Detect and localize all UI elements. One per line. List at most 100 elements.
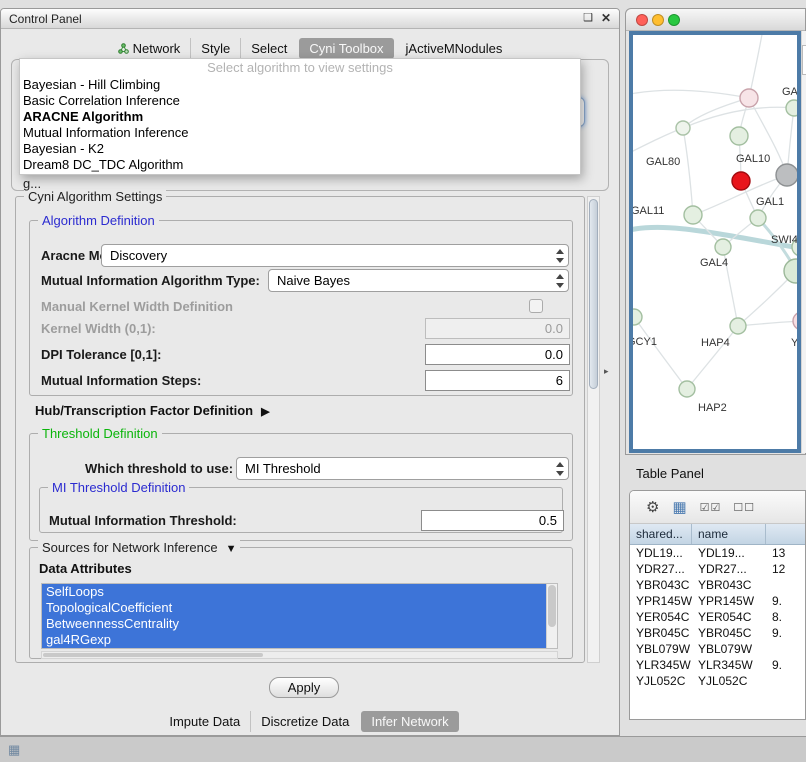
aracne-mode-combo[interactable]: Discovery — [101, 244, 569, 267]
close-window-icon[interactable]: ✕ — [601, 11, 611, 25]
table-column-header[interactable]: name — [692, 524, 766, 544]
table-row[interactable]: YBR045CYBR045C9. — [630, 625, 805, 641]
sources-title-text: Sources for Network Inference — [42, 540, 218, 555]
attribute-list-item[interactable]: BetweennessCentrality — [42, 616, 546, 632]
network-vscrollbar[interactable] — [801, 31, 806, 453]
network-edge[interactable] — [687, 326, 738, 389]
algorithm-option[interactable]: Bayesian - K2 — [20, 141, 580, 157]
float-window-icon[interactable]: ❑ — [583, 11, 593, 24]
algorithm-option[interactable]: Bayesian - Hill Climbing — [20, 77, 580, 93]
table-column-header[interactable] — [766, 524, 805, 544]
bottom-tab-impute-data[interactable]: Impute Data — [159, 711, 250, 732]
network-canvas[interactable]: GAL7GAL80GAL10GAL11GAL1SWI4GAL4GCY1HAP4Y… — [633, 35, 797, 449]
table-row[interactable]: YER054CYER054C8. — [630, 609, 805, 625]
dpi-tolerance-field[interactable]: 0.0 — [425, 344, 570, 365]
grid-icon[interactable]: ▦ — [8, 742, 20, 758]
table-row[interactable]: YDR27...YDR27...12 — [630, 561, 805, 577]
network-node-label: Y — [791, 337, 797, 349]
tab-label: jActiveMNodules — [406, 41, 503, 56]
scrollbar-thumb[interactable] — [589, 199, 598, 389]
algorithm-option[interactable]: Dream8 DC_TDC Algorithm — [20, 157, 580, 173]
which-threshold-combo[interactable]: MI Threshold — [236, 457, 569, 480]
tab-label: Select — [251, 41, 287, 56]
network-edge[interactable] — [683, 128, 693, 215]
attribute-list-hscrollbar[interactable] — [41, 651, 558, 659]
table-row[interactable]: YDL19...YDL19...13 — [630, 545, 805, 561]
network-edge[interactable] — [634, 317, 687, 389]
network-edge[interactable] — [683, 107, 794, 128]
network-edge[interactable] — [633, 90, 749, 98]
network-edge[interactable] — [633, 128, 683, 155]
tab-select[interactable]: Select — [240, 38, 297, 59]
network-node-label: GAL4 — [700, 257, 728, 269]
tab-style[interactable]: Style — [190, 38, 240, 59]
attribute-list[interactable]: SelfLoopsTopologicalCoefficientBetweenne… — [41, 583, 558, 649]
table-cell: YBR043C — [630, 578, 692, 592]
select-all-icon[interactable]: ☑☑ — [700, 501, 721, 514]
attribute-list-item[interactable]: gal4RGexp — [42, 632, 546, 648]
algorithm-option[interactable]: Basic Correlation Inference — [20, 93, 580, 109]
attribute-list-item[interactable]: SelfLoops — [42, 584, 546, 600]
panel-splitter-arrow-icon[interactable]: ▸ — [604, 366, 609, 377]
network-node[interactable] — [633, 309, 642, 325]
table-cell: YBL079W — [630, 642, 692, 656]
network-node[interactable] — [732, 172, 750, 190]
network-node[interactable] — [684, 206, 702, 224]
network-node[interactable] — [679, 381, 695, 397]
network-node[interactable] — [730, 318, 746, 334]
control-panel-titlebar[interactable]: Control Panel ❑ ✕ — [1, 9, 619, 29]
tab-cyni-toolbox[interactable]: Cyni Toolbox — [299, 38, 393, 59]
network-node[interactable] — [740, 89, 758, 107]
network-node[interactable] — [776, 164, 797, 186]
table-row[interactable]: YLR345WYLR345W9. — [630, 657, 805, 673]
deselect-all-icon[interactable]: ☐☐ — [733, 501, 754, 514]
table-row[interactable]: YBL079WYBL079W — [630, 641, 805, 657]
hub-definition-toggle[interactable]: Hub/Transcription Factor Definition▶ — [35, 403, 270, 418]
algorithm-option[interactable]: ARACNE Algorithm — [20, 109, 580, 125]
sources-group-title[interactable]: Sources for Network Inference▼ — [38, 540, 240, 555]
network-node-label: GAL11 — [633, 205, 664, 217]
network-node[interactable] — [750, 210, 766, 226]
tab-label: Cyni Toolbox — [309, 41, 383, 56]
tab-jactivemnodules[interactable]: jActiveMNodules — [396, 38, 513, 59]
table-row[interactable]: YJL052CYJL052C — [630, 673, 805, 689]
scrollbar-thumb[interactable] — [43, 653, 263, 657]
mi-threshold-field[interactable]: 0.5 — [421, 510, 564, 531]
algorithm-option[interactable]: Mutual Information Inference — [20, 125, 580, 141]
zoom-traffic-light-icon[interactable] — [668, 14, 680, 26]
table-cell: YDR27... — [692, 562, 766, 576]
network-node[interactable] — [730, 127, 748, 145]
bottom-tab-discretize-data[interactable]: Discretize Data — [250, 711, 359, 732]
apply-button[interactable]: Apply — [269, 677, 339, 698]
network-node[interactable] — [793, 312, 797, 330]
mi-steps-field[interactable]: 6 — [425, 370, 570, 391]
table-row[interactable]: YBR043CYBR043C — [630, 577, 805, 593]
table-row[interactable]: YPR145WYPR145W9. — [630, 593, 805, 609]
control-panel-window: Control Panel ❑ ✕ NetworkStyle Select Cyni… — [0, 8, 620, 736]
bottom-tab-infer-network[interactable]: Infer Network — [361, 711, 458, 732]
scrollbar-thumb[interactable] — [802, 45, 806, 75]
network-node-label: GCY1 — [633, 336, 657, 348]
tab-network[interactable]: Network — [108, 38, 191, 59]
minimize-traffic-light-icon[interactable] — [652, 14, 664, 26]
hub-definition-label: Hub/Transcription Factor Definition — [35, 403, 253, 418]
scrollbar-thumb[interactable] — [548, 585, 556, 627]
attribute-list-vscrollbar[interactable] — [546, 584, 557, 648]
columns-icon[interactable]: ▦ — [672, 498, 686, 516]
network-edge[interactable] — [738, 321, 797, 326]
control-panel-scrollbar[interactable] — [587, 196, 600, 663]
attribute-list-item[interactable]: TopologicalCoefficient — [42, 600, 546, 616]
network-node[interactable] — [784, 259, 797, 283]
gear-icon[interactable]: ⚙ — [646, 498, 659, 516]
manual-kernel-checkbox[interactable] — [529, 299, 543, 313]
table-cell: 13 — [766, 546, 805, 560]
table-toolbar: ⚙ ▦ ☑☑ ☐☐ — [630, 491, 805, 524]
network-window-titlebar[interactable] — [626, 9, 805, 31]
network-node[interactable] — [715, 239, 731, 255]
table-column-header[interactable]: shared... — [630, 524, 692, 544]
network-node[interactable] — [676, 121, 690, 135]
close-traffic-light-icon[interactable] — [636, 14, 648, 26]
network-tab-icon — [118, 43, 129, 54]
mi-type-combo[interactable]: Naive Bayes — [268, 269, 569, 292]
network-node[interactable] — [786, 100, 797, 116]
